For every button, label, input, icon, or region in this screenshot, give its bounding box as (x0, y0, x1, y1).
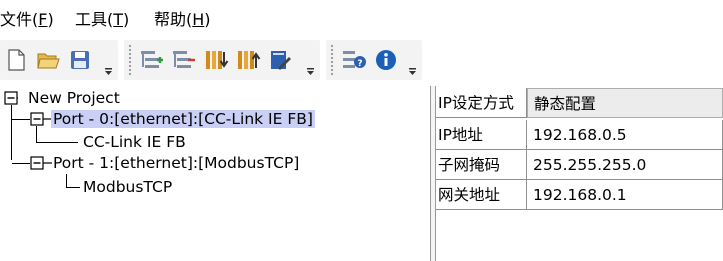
tree-port-1[interactable]: Port - 1:[ethernet]:[ModbusTCP] (51, 152, 301, 174)
tree-connector (66, 174, 67, 187)
prop-name: IP设定方式 (436, 88, 527, 118)
toolbar-overflow-2[interactable] (306, 66, 316, 76)
toolbar-group-tree (124, 40, 320, 80)
tree-port-0[interactable]: Port - 0:[ethernet]:[CC-Link IE FB] (51, 108, 315, 130)
gateway-field[interactable]: 192.168.0.1 (527, 180, 723, 210)
tree-connector (36, 142, 78, 143)
toolbar: ? (0, 34, 723, 86)
toolbar-group-help: ? (326, 40, 422, 80)
remove-node-icon (173, 51, 195, 68)
open-button[interactable] (34, 46, 62, 74)
toolbar-group-file (0, 40, 118, 80)
overflow-chevron-icon (307, 68, 314, 75)
open-folder-icon (37, 53, 60, 69)
tree-connector (11, 105, 12, 160)
prop-name: 网关地址 (436, 180, 527, 210)
help-context-button[interactable]: ? (340, 46, 368, 74)
toolbar-grip[interactable] (128, 44, 132, 76)
prop-row-ip-address: IP地址 192.168.0.5 (436, 120, 723, 150)
prop-row-ip-mode: IP设定方式 静态配置 (436, 88, 723, 118)
import-button[interactable] (202, 46, 230, 74)
ip-mode-select[interactable]: 静态配置 (527, 88, 723, 118)
project-tree: New Project Port - 0:[ethernet]:[CC-Link… (0, 86, 430, 261)
tree-root[interactable]: New Project (26, 87, 122, 109)
menu-help[interactable]: 帮助(H) (154, 6, 211, 30)
tree-port-0-child[interactable]: CC-Link IE FB (81, 131, 188, 153)
add-node-button[interactable] (138, 46, 166, 74)
tree-port-1-child[interactable]: ModbusTCP (81, 176, 174, 198)
port0-collapse-icon[interactable] (30, 112, 52, 126)
tree-root-label: New Project (28, 89, 120, 107)
tree-port-0-label: Port - 0:[ethernet]:[CC-Link IE FB] (51, 110, 315, 128)
save-disk-icon (71, 51, 89, 69)
export-button[interactable] (234, 46, 262, 74)
menu-file-suffix: ) (47, 10, 54, 29)
subnet-mask-field[interactable]: 255.255.255.0 (527, 150, 723, 180)
menu-bar: 文件(F) 工具(T) 帮助(H) (0, 0, 723, 34)
menu-tools-suffix: ) (123, 10, 130, 29)
add-node-icon (141, 51, 163, 68)
prop-row-gateway: 网关地址 192.168.0.1 (436, 180, 723, 210)
tree-port-1-label: Port - 1:[ethernet]:[ModbusTCP] (53, 154, 300, 172)
tree-connector (12, 163, 30, 164)
save-button[interactable] (66, 46, 94, 74)
tree-port-1-child-label: ModbusTCP (83, 178, 173, 196)
remove-node-button[interactable] (170, 46, 198, 74)
prop-name: 子网掩码 (436, 150, 527, 180)
tree-connector (66, 187, 80, 188)
tree-connector (36, 126, 37, 142)
root-collapse-icon[interactable] (4, 91, 18, 105)
help-context-icon: ? (343, 51, 366, 69)
new-file-icon (8, 49, 25, 71)
toolbar-grip[interactable] (330, 44, 334, 76)
prop-name: IP地址 (436, 120, 527, 150)
info-icon (376, 50, 396, 70)
tree-connector (12, 119, 30, 120)
edit-button[interactable] (266, 46, 294, 74)
edit-pencil-icon (271, 51, 291, 70)
property-grid: IP设定方式 静态配置 IP地址 192.168.0.5 子网掩码 255.25… (436, 86, 723, 261)
export-icon (238, 51, 261, 69)
port1-collapse-icon[interactable] (30, 156, 52, 170)
prop-row-subnet-mask: 子网掩码 255.255.255.0 (436, 150, 723, 180)
toolbar-overflow-3[interactable] (408, 66, 418, 76)
menu-help-accel: H (192, 10, 205, 29)
ip-address-field[interactable]: 192.168.0.5 (527, 120, 723, 150)
menu-tools[interactable]: 工具(T) (75, 6, 129, 30)
menu-help-label: 帮助( (154, 10, 193, 29)
menu-tools-label: 工具( (75, 10, 114, 29)
tree-port-0-child-label: CC-Link IE FB (83, 133, 186, 151)
menu-file-label: 文件( (0, 10, 39, 29)
new-file-button[interactable] (2, 46, 30, 74)
menu-file[interactable]: 文件(F) (0, 6, 54, 30)
overflow-chevron-icon (409, 68, 416, 75)
menu-tools-accel: T (113, 10, 124, 29)
overflow-chevron-icon (105, 68, 112, 75)
toolbar-overflow-1[interactable] (104, 66, 114, 76)
import-icon (206, 51, 229, 69)
menu-help-suffix: ) (204, 10, 211, 29)
info-button[interactable] (372, 46, 400, 74)
svg-text:?: ? (357, 59, 362, 69)
